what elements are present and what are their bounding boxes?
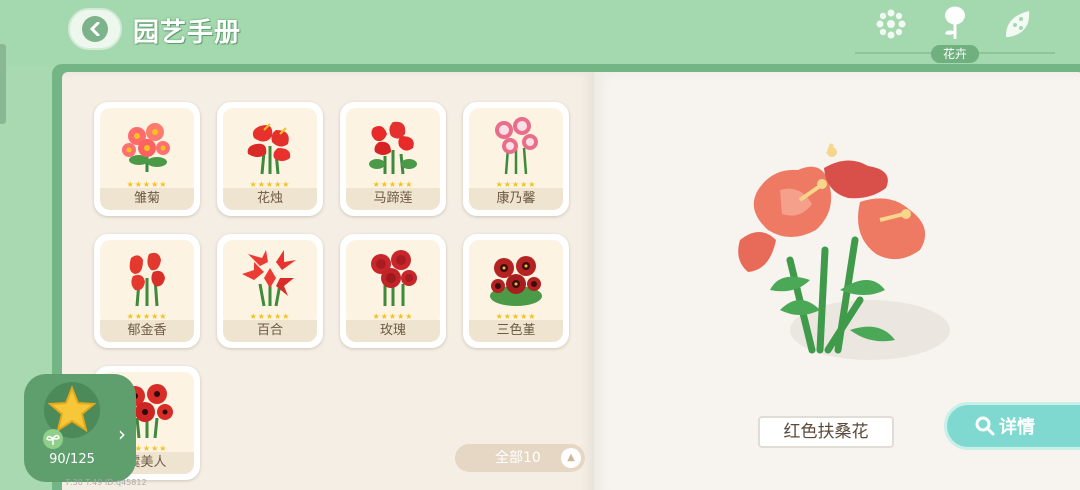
card-thumbnail: ★★★★★: [100, 108, 194, 194]
details-button-label: 详情: [999, 417, 1035, 438]
leaf-icon[interactable]: [1000, 6, 1036, 42]
flower-card-pansy[interactable]: ★★★★★ 三色堇: [463, 234, 569, 348]
calla-icon: [369, 121, 417, 175]
flower-name-label: 玫瑰: [346, 320, 440, 342]
anthurium-icon: [247, 123, 291, 175]
tulip-icon: [129, 252, 165, 307]
card-thumbnail: ★★★★★: [469, 108, 563, 194]
side-tab[interactable]: [0, 44, 6, 124]
flower-name-label: 百合: [223, 320, 317, 342]
debug-overlay: F:30 T:49 ID:q45812: [66, 478, 147, 487]
flower-card-carnation[interactable]: ★★★★★ 康乃馨: [463, 102, 569, 216]
card-thumbnail: ★★★★★: [223, 108, 317, 194]
flower-card-rose[interactable]: ★★★★★ 玫瑰: [340, 234, 446, 348]
back-arrow-icon: [82, 16, 108, 42]
flower-card-lily[interactable]: ★★★★★ 百合: [217, 234, 323, 348]
pansy-icon: [490, 256, 542, 306]
daisy-icon: [122, 123, 170, 172]
flower-card-anthurium[interactable]: ★★★★★ 花烛: [217, 102, 323, 216]
lily-icon: [242, 250, 296, 307]
card-thumbnail: ★★★★★: [346, 240, 440, 326]
page-title: 园艺手册: [133, 18, 242, 48]
flower-name-label: 雏菊: [100, 188, 194, 210]
card-thumbnail: ★★★★★: [100, 240, 194, 326]
active-category-label: 花卉: [931, 45, 979, 63]
flower-name-label: 康乃馨: [469, 188, 563, 210]
sprout-icon: [43, 429, 63, 449]
hibiscus-preview: [738, 143, 950, 360]
flower-name-label: 花烛: [223, 188, 317, 210]
carnation-icon: [495, 117, 538, 175]
collection-progress[interactable]: › 90/125: [24, 374, 136, 482]
flower-card-tulip[interactable]: ★★★★★ 郁金香: [94, 234, 200, 348]
flower-name-label: 郁金香: [100, 320, 194, 342]
flower-card-daisy[interactable]: ★★★★★ 雏菊: [94, 102, 200, 216]
search-icon: [975, 416, 995, 436]
details-button[interactable]: 详情: [944, 402, 1080, 450]
filter-dropdown[interactable]: 全部10 ▲: [455, 444, 585, 472]
back-button[interactable]: [68, 8, 122, 50]
flower-card-calla[interactable]: ★★★★★ 马蹄莲: [340, 102, 446, 216]
card-thumbnail: ★★★★★: [223, 240, 317, 326]
card-thumbnail: ★★★★★: [346, 108, 440, 194]
filter-label: 全部10: [495, 450, 541, 466]
card-thumbnail: ★★★★★: [469, 240, 563, 326]
selected-flower-name: 红色扶桑花: [758, 416, 894, 448]
chevron-right-icon: ›: [118, 422, 126, 446]
flower-icon[interactable]: [937, 6, 973, 42]
progress-count: 90/125: [49, 452, 95, 467]
flower-name-label: 三色堇: [469, 320, 563, 342]
seed-icon[interactable]: [873, 6, 909, 42]
flower-preview: [720, 140, 950, 374]
rose-icon: [371, 250, 417, 306]
flower-name-label: 马蹄莲: [346, 188, 440, 210]
chevron-up-icon: ▲: [561, 448, 581, 468]
